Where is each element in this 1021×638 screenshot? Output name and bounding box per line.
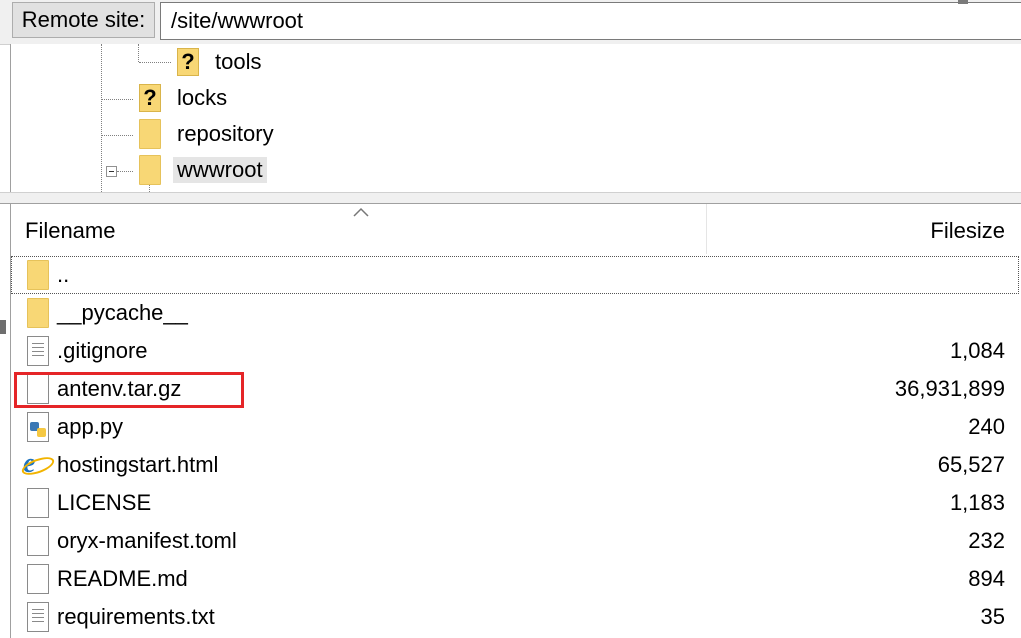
- filezilla-remote-panel: Remote site: /site/wwwroot ? tools ? loc…: [0, 0, 1021, 638]
- remote-file-list[interactable]: Filename Filesize .. __pycache__ .gitign…: [10, 204, 1021, 638]
- file-row[interactable]: oryx-manifest.toml 232: [11, 522, 1019, 560]
- question-folder-icon: ?: [139, 84, 161, 112]
- folder-icon: [139, 155, 161, 185]
- remote-site-bar: Remote site: /site/wwwroot: [0, 0, 1021, 45]
- file-name: antenv.tar.gz: [57, 376, 182, 401]
- text-file-icon: [27, 602, 49, 632]
- file-row-parent[interactable]: ..: [11, 256, 1019, 294]
- file-size: 894: [968, 566, 1005, 591]
- file-name: app.py: [57, 414, 124, 439]
- file-name: requirements.txt: [57, 604, 215, 629]
- file-size: 35: [980, 604, 1005, 629]
- left-edge-marker: [0, 320, 6, 334]
- file-row[interactable]: app.py 240: [11, 408, 1019, 446]
- file-size: 65,527: [937, 452, 1005, 477]
- file-icon: [27, 488, 49, 518]
- file-row[interactable]: .gitignore 1,084: [11, 332, 1019, 370]
- file-icon: [27, 374, 49, 404]
- tree-connector: [101, 44, 102, 192]
- file-row[interactable]: requirements.txt 35: [11, 598, 1019, 636]
- ie-html-icon: e: [23, 450, 49, 478]
- tree-node-tools[interactable]: ? tools: [177, 46, 265, 78]
- file-name: oryx-manifest.toml: [57, 528, 237, 553]
- tree-node-label: tools: [215, 49, 262, 74]
- file-row[interactable]: __pycache__: [11, 294, 1019, 332]
- remote-site-label: Remote site:: [12, 2, 155, 38]
- file-name: .gitignore: [57, 338, 148, 363]
- tree-node-label: repository: [177, 121, 274, 146]
- file-icon: [27, 564, 49, 594]
- file-icon: [27, 526, 49, 556]
- file-size: 240: [968, 414, 1005, 439]
- file-size: 1,183: [949, 490, 1005, 515]
- remote-path-input[interactable]: /site/wwwroot: [160, 2, 1021, 40]
- file-list-header: Filename Filesize: [11, 204, 1021, 254]
- filesize-column-header[interactable]: Filesize: [707, 204, 1019, 254]
- tree-node-wwwroot[interactable]: wwwroot: [139, 154, 267, 186]
- tree-node-label: wwwroot: [173, 157, 267, 183]
- file-row[interactable]: antenv.tar.gz 36,931,899: [11, 370, 1019, 408]
- python-file-icon: [27, 412, 49, 442]
- file-name: __pycache__: [57, 300, 188, 325]
- file-name: ..: [57, 262, 70, 287]
- folder-icon: [139, 119, 161, 149]
- tree-node-locks[interactable]: ? locks: [139, 82, 231, 114]
- text-file-icon: [27, 336, 49, 366]
- window-edge-mark: [958, 0, 968, 4]
- tree-connector: [101, 99, 133, 100]
- tree-connector: [138, 44, 139, 62]
- tree-node-label: locks: [177, 85, 228, 110]
- file-name: hostingstart.html: [57, 452, 219, 477]
- file-name: README.md: [57, 566, 188, 591]
- remote-directory-tree[interactable]: ? tools ? locks repository wwwroot: [10, 44, 1021, 192]
- tree-connector: [139, 62, 171, 63]
- collapse-icon[interactable]: [106, 166, 117, 177]
- question-folder-icon: ?: [177, 48, 199, 76]
- tree-connector: [117, 171, 133, 172]
- file-row[interactable]: LICENSE 1,183: [11, 484, 1019, 522]
- sort-ascending-icon: [353, 207, 369, 217]
- file-size: 36,931,899: [894, 376, 1005, 401]
- tree-node-repository[interactable]: repository: [139, 118, 278, 150]
- panel-splitter[interactable]: [0, 192, 1021, 204]
- file-size: 232: [968, 528, 1005, 553]
- tree-connector: [101, 135, 133, 136]
- file-row[interactable]: README.md 894: [11, 560, 1019, 598]
- file-row[interactable]: e hostingstart.html 65,527: [11, 446, 1019, 484]
- file-size: 1,084: [949, 338, 1005, 363]
- file-name: LICENSE: [57, 490, 152, 515]
- folder-icon: [27, 260, 49, 290]
- folder-icon: [27, 298, 49, 328]
